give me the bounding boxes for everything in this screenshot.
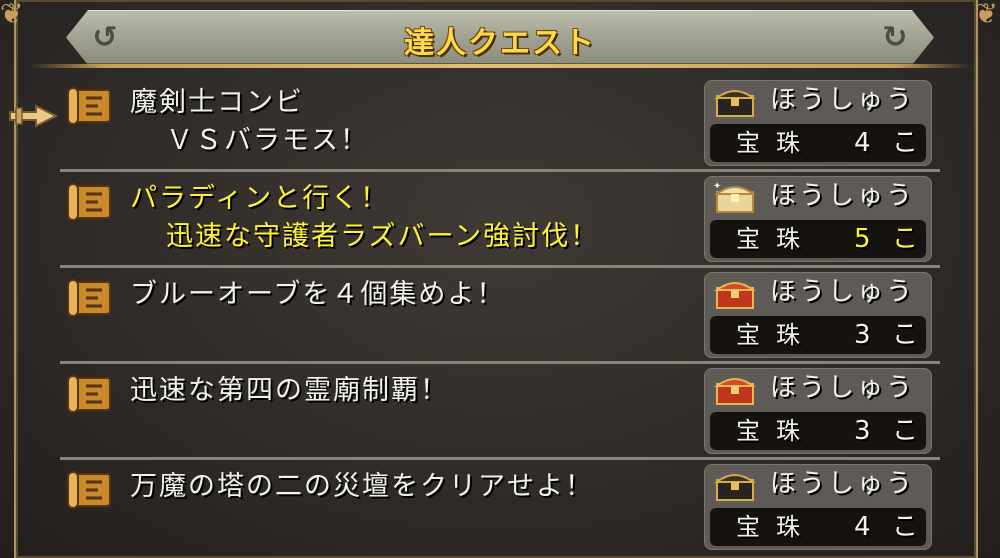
treasure-chest-red-icon xyxy=(714,282,756,309)
corner-ornament-icon: ❦ xyxy=(974,0,998,30)
reward-item-name: 宝珠 xyxy=(736,225,816,253)
reward-item-name: 宝珠 xyxy=(736,417,816,445)
quest-title: 迅速な第四の霊廟制覇！ xyxy=(130,375,449,406)
reward-unit: こ xyxy=(892,320,919,350)
reward-label: ほうしゅう xyxy=(770,181,916,211)
quest-list: 魔剣士コンビ ＶＳバラモス！ ほうしゅう 宝珠 4 こ パラディンと行く！ 迅速… xyxy=(60,76,940,556)
quest-title: ブルーオーブを４個集めよ！ xyxy=(130,279,506,310)
quest-scroll-icon xyxy=(67,87,111,125)
reward-unit: こ xyxy=(892,224,919,254)
reward-value: 宝珠 3 こ xyxy=(710,316,926,354)
reward-unit: こ xyxy=(892,512,919,542)
reward-count: 5 xyxy=(854,224,871,254)
quest-row[interactable]: 万魔の塔の二の災壇をクリアせよ！ ほうしゅう 宝珠 4 こ xyxy=(60,460,940,556)
quest-scroll-icon xyxy=(67,471,111,509)
reward-count: 3 xyxy=(854,320,871,350)
reward-label: ほうしゅう xyxy=(770,373,916,403)
quest-title: 万魔の塔の二の災壇をクリアせよ！ xyxy=(130,471,594,502)
reward-unit: こ xyxy=(892,416,919,446)
reward-box: ほうしゅう 宝珠 3 こ xyxy=(704,272,932,358)
reward-label: ほうしゅう xyxy=(770,277,916,307)
quest-scroll-icon xyxy=(67,183,111,221)
quest-row[interactable]: 魔剣士コンビ ＶＳバラモス！ ほうしゅう 宝珠 4 こ xyxy=(60,76,940,172)
treasure-chest-black-icon xyxy=(714,474,756,501)
page-title: 達人クエスト xyxy=(404,26,596,61)
reward-count: 4 xyxy=(854,128,871,158)
quest-row[interactable]: パラディンと行く！ 迅速な守護者ラズバーン強討伐！ ほうしゅう 宝珠 5 こ xyxy=(60,172,940,268)
quest-row[interactable]: 迅速な第四の霊廟制覇！ ほうしゅう 宝珠 3 こ xyxy=(60,364,940,460)
reward-item-name: 宝珠 xyxy=(736,129,816,157)
reward-value: 宝珠 3 こ xyxy=(710,412,926,450)
quest-title: 魔剣士コンビ ＶＳバラモス！ xyxy=(130,87,369,156)
corner-ornament-icon: ❦ xyxy=(0,0,24,30)
treasure-chest-black-icon xyxy=(714,90,756,117)
reward-value: 宝珠 5 こ xyxy=(710,220,926,258)
reward-unit: こ xyxy=(892,128,919,158)
reward-box: ほうしゅう 宝珠 5 こ xyxy=(704,176,932,262)
reward-box: ほうしゅう 宝珠 4 こ xyxy=(704,464,932,550)
title-divider xyxy=(30,64,970,68)
reward-label: ほうしゅう xyxy=(770,469,916,499)
reward-item-name: 宝珠 xyxy=(736,321,816,349)
quest-window: ❦ ❦ ↺ 達人クエスト ↻ 魔剣士コンビ ＶＳバラモス！ ほうしゅう 宝珠 4… xyxy=(0,0,1000,558)
selection-cursor-icon xyxy=(9,104,58,128)
quest-row[interactable]: ブルーオーブを４個集めよ！ ほうしゅう 宝珠 3 こ xyxy=(60,268,940,364)
reward-box: ほうしゅう 宝珠 3 こ xyxy=(704,368,932,454)
treasure-chest-red-icon xyxy=(714,378,756,405)
quest-title: パラディンと行く！ 迅速な守護者ラズバーン強討伐！ xyxy=(130,183,600,252)
reward-item-name: 宝珠 xyxy=(736,513,816,541)
reward-value: 宝珠 4 こ xyxy=(710,508,926,546)
reward-count: 4 xyxy=(854,512,871,542)
reward-count: 3 xyxy=(854,416,871,446)
reward-label: ほうしゅう xyxy=(770,85,916,115)
treasure-chest-gold-icon xyxy=(714,182,756,213)
quest-scroll-icon xyxy=(67,375,111,413)
reward-box: ほうしゅう 宝珠 4 こ xyxy=(704,80,932,166)
reward-value: 宝珠 4 こ xyxy=(710,124,926,162)
swirl-ornament-icon: ↻ xyxy=(882,20,908,55)
quest-scroll-icon xyxy=(67,279,111,317)
title-banner: ↺ 達人クエスト ↻ xyxy=(66,10,934,65)
